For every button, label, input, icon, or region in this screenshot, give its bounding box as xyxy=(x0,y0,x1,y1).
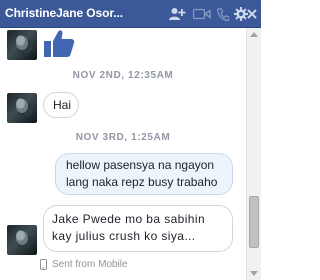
contact-name[interactable]: ChristineJane Osor... xyxy=(5,6,155,20)
video-call-icon[interactable] xyxy=(192,5,212,23)
scroll-down-arrow-icon[interactable] xyxy=(250,271,258,276)
message-bubble-incoming[interactable]: Hai xyxy=(43,92,79,118)
scrollbar[interactable] xyxy=(246,28,261,280)
scrollbar-thumb[interactable] xyxy=(249,196,259,248)
avatar[interactable] xyxy=(7,225,37,255)
add-friend-icon[interactable] xyxy=(168,5,186,23)
conversation-pane[interactable]: NOV 2ND, 12:35AM Hai NOV 3RD, 1:25AM hel… xyxy=(0,28,261,280)
close-icon[interactable] xyxy=(244,5,260,23)
scroll-up-arrow-icon[interactable] xyxy=(250,32,258,37)
chat-header: ChristineJane Osor... xyxy=(0,0,261,28)
timestamp: NOV 3RD, 1:25AM xyxy=(75,132,171,143)
message-bubble-outgoing[interactable]: hellow pasensya na ngayon lang naka repz… xyxy=(55,153,233,195)
phone-icon[interactable] xyxy=(214,5,232,23)
message-bubble-incoming[interactable]: Jake Pwede mo ba sabihin kay julius crus… xyxy=(43,205,233,252)
sent-from-label: Sent from Mobile xyxy=(52,259,128,270)
mobile-phone-icon xyxy=(40,259,47,270)
like-thumb-icon xyxy=(42,28,76,61)
sent-from-mobile: Sent from Mobile xyxy=(40,259,128,270)
avatar[interactable] xyxy=(7,93,37,123)
timestamp: NOV 2ND, 12:35AM xyxy=(72,70,174,81)
avatar[interactable] xyxy=(7,30,37,60)
